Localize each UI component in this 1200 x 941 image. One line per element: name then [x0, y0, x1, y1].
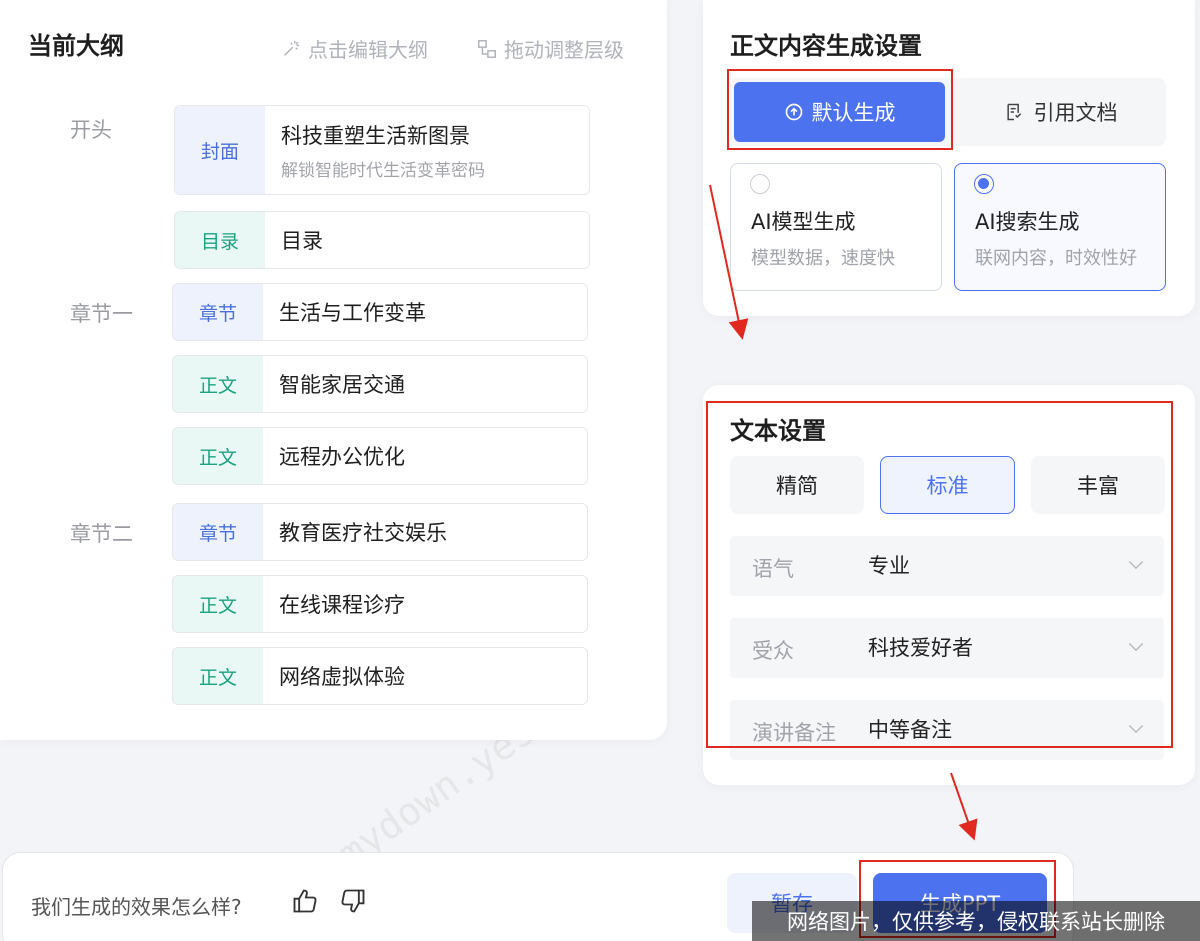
- radio-button-selected[interactable]: [974, 174, 994, 194]
- chevron-down-icon: [1128, 643, 1144, 652]
- item-title: 网络虚拟体验: [279, 665, 405, 689]
- generation-mode-switch: 默认生成 引用文档: [730, 78, 1166, 146]
- edit-outline-button[interactable]: 点击编辑大纲: [280, 34, 428, 63]
- hierarchy-icon: [478, 39, 496, 58]
- content-settings-panel: 正文内容生成设置 默认生成 引用文档 AI模型生成 模型数据，速度快 AI搜索生…: [703, 0, 1195, 316]
- radio-button[interactable]: [750, 174, 770, 194]
- item-subtitle: 解锁智能时代生活变革密码: [281, 160, 485, 181]
- cite-document-button[interactable]: 引用文档: [959, 82, 1162, 142]
- drag-level-label: 拖动调整层级: [504, 38, 624, 62]
- content-settings-title: 正文内容生成设置: [730, 32, 922, 60]
- item-tag: 正文: [173, 648, 263, 704]
- outline-item-body[interactable]: 正文 远程办公优化: [172, 427, 588, 485]
- document-icon: [1006, 103, 1021, 121]
- item-title: 教育医疗社交娱乐: [279, 521, 447, 545]
- chevron-down-icon: [1128, 561, 1144, 570]
- outline-item-chapter[interactable]: 章节 教育医疗社交娱乐: [172, 503, 588, 561]
- option-title: AI搜索生成: [975, 210, 1080, 234]
- item-title: 智能家居交通: [279, 373, 405, 397]
- watermark-disclaimer: 网络图片，仅供参考，侵权联系站长删除: [752, 901, 1200, 941]
- group-label-opening: 开头: [70, 118, 112, 142]
- item-tag: 目录: [175, 212, 265, 268]
- size-option-concise[interactable]: 精简: [730, 456, 864, 514]
- default-generate-label: 默认生成: [811, 101, 896, 125]
- group-label-chapter-2: 章节二: [70, 522, 133, 546]
- upload-icon: [785, 103, 802, 121]
- ai-model-option[interactable]: AI模型生成 模型数据，速度快: [730, 163, 942, 291]
- size-option-rich[interactable]: 丰富: [1031, 456, 1165, 514]
- outline-panel: 当前大纲 点击编辑大纲 拖动调整层级 开头 章节一 章节二 封面 科技重塑生活新…: [0, 0, 667, 740]
- option-subtitle: 联网内容，时效性好: [975, 248, 1137, 269]
- tone-select[interactable]: 语气 专业: [730, 536, 1164, 596]
- item-tag: 正文: [173, 356, 263, 412]
- cite-document-label: 引用文档: [1033, 101, 1118, 125]
- option-subtitle: 模型数据，速度快: [751, 248, 895, 269]
- item-tag: 章节: [173, 504, 263, 560]
- text-settings-panel: 文本设置 精简 标准 丰富 语气 专业 受众 科技爱好者 演讲备注 中等备注: [703, 385, 1195, 785]
- ai-search-option[interactable]: AI搜索生成 联网内容，时效性好: [954, 163, 1166, 291]
- chevron-down-icon: [1128, 725, 1144, 734]
- item-title: 目录: [281, 229, 323, 253]
- item-tag: 封面: [175, 106, 265, 194]
- thumbs-down-icon[interactable]: [339, 887, 367, 915]
- size-option-standard[interactable]: 标准: [880, 456, 1015, 514]
- item-title: 远程办公优化: [279, 445, 405, 469]
- outline-item-body[interactable]: 正文 网络虚拟体验: [172, 647, 588, 705]
- audience-label: 受众: [752, 639, 794, 663]
- item-tag: 章节: [173, 284, 263, 340]
- magic-wand-icon: [284, 40, 300, 56]
- item-title: 生活与工作变革: [279, 301, 426, 325]
- text-settings-title: 文本设置: [730, 417, 826, 445]
- outline-item-toc[interactable]: 目录 目录: [174, 211, 590, 269]
- speaker-notes-value: 中等备注: [868, 718, 952, 742]
- item-title: 科技重塑生活新图景: [281, 123, 470, 148]
- audience-select[interactable]: 受众 科技爱好者: [730, 618, 1164, 678]
- thumbs-up-icon[interactable]: [291, 887, 319, 915]
- tone-label: 语气: [752, 557, 794, 581]
- outline-item-body[interactable]: 正文 在线课程诊疗: [172, 575, 588, 633]
- tone-value: 专业: [868, 554, 910, 578]
- item-title: 在线课程诊疗: [279, 593, 405, 617]
- option-title: AI模型生成: [751, 210, 856, 234]
- feedback-question: 我们生成的效果怎么样?: [31, 895, 242, 919]
- speaker-notes-select[interactable]: 演讲备注 中等备注: [730, 700, 1164, 760]
- item-tag: 正文: [173, 428, 263, 484]
- audience-value: 科技爱好者: [868, 636, 973, 660]
- edit-outline-label: 点击编辑大纲: [308, 38, 428, 62]
- outline-item-chapter[interactable]: 章节 生活与工作变革: [172, 283, 588, 341]
- outline-item-body[interactable]: 正文 智能家居交通: [172, 355, 588, 413]
- outline-item-cover[interactable]: 封面 科技重塑生活新图景 解锁智能时代生活变革密码: [174, 105, 590, 195]
- drag-level-button[interactable]: 拖动调整层级: [476, 34, 624, 63]
- default-generate-button[interactable]: 默认生成: [734, 82, 945, 142]
- speaker-notes-label: 演讲备注: [752, 721, 836, 745]
- item-tag: 正文: [173, 576, 263, 632]
- group-label-chapter-1: 章节一: [70, 302, 133, 326]
- outline-title: 当前大纲: [28, 32, 124, 60]
